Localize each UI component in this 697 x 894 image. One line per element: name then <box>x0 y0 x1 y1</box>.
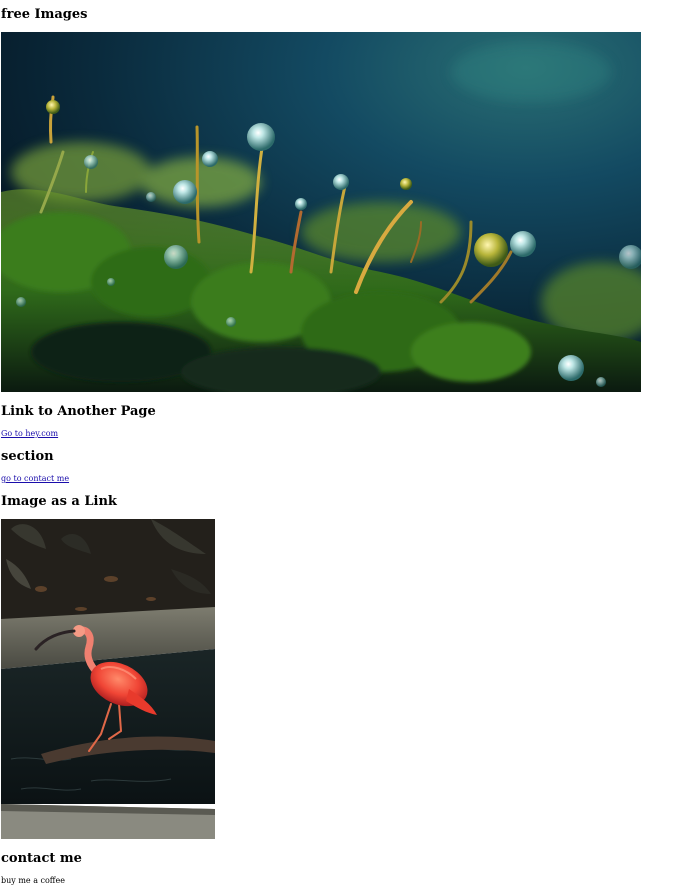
heading-free-images: free Images <box>1 7 88 22</box>
heading-link-to-another-page: Link to Another Page <box>1 404 156 419</box>
scarlet-ibis-image <box>1 519 215 839</box>
heading-image-as-link: Image as a Link <box>1 494 117 509</box>
buy-coffee-text: buy me a coffee <box>1 876 65 885</box>
heading-contact-me: contact me <box>1 851 82 866</box>
heading-section: section <box>1 449 54 464</box>
ibis-image-link[interactable] <box>1 519 215 839</box>
link-go-to-contact[interactable]: go to contact me <box>1 474 69 484</box>
moss-droplets-image <box>1 32 641 392</box>
link-go-to-hey[interactable]: Go to hey.com <box>1 429 58 439</box>
